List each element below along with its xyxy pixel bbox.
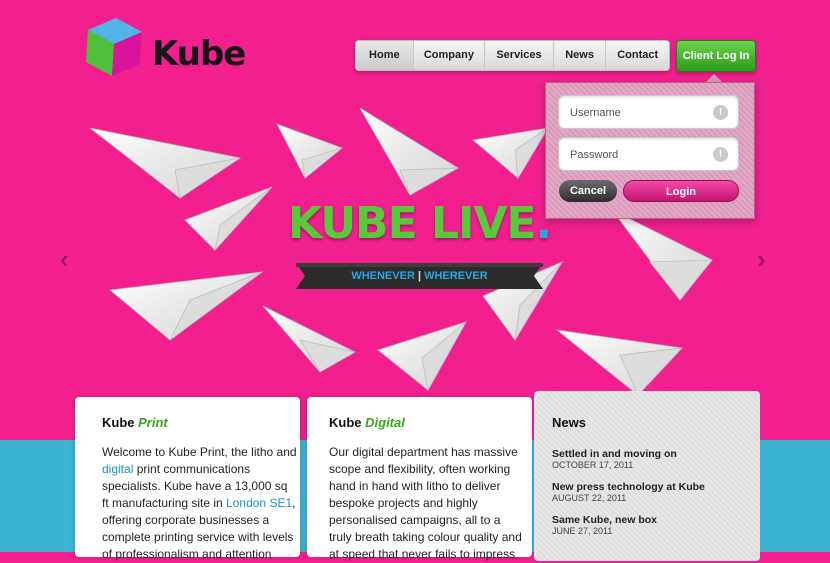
plane-icon bbox=[109, 271, 264, 341]
digital-card: Kube Digital Our digital department has … bbox=[307, 397, 532, 561]
info-icon: ! bbox=[713, 105, 728, 120]
plane-icon bbox=[359, 107, 459, 196]
nav-news[interactable]: News bbox=[554, 41, 607, 70]
info-icon: ! bbox=[713, 147, 728, 162]
plane-icon bbox=[184, 186, 273, 252]
nav-services[interactable]: Services bbox=[485, 41, 554, 70]
password-placeholder: Password bbox=[570, 149, 619, 161]
print-card: Kube Print Welcome to Kube Print, the li… bbox=[75, 397, 300, 561]
plane-icon bbox=[89, 127, 242, 199]
london-se1-link[interactable]: London SE1 bbox=[226, 496, 292, 510]
login-panel: Username ! Password ! Cancel Login bbox=[545, 82, 755, 219]
tagline-separator: | bbox=[417, 270, 422, 282]
plane-icon bbox=[555, 329, 684, 396]
tagline-right: WHEREVER bbox=[424, 270, 488, 282]
print-card-title: Kube Print bbox=[102, 415, 300, 430]
login-button[interactable]: Login bbox=[623, 180, 739, 202]
digital-card-text: Our digital department has massive scope… bbox=[329, 445, 522, 561]
tagline-ribbon: WHENEVER | WHEREVER bbox=[296, 259, 543, 293]
brand-name: Kube bbox=[152, 34, 246, 74]
plane-icon bbox=[262, 305, 357, 373]
password-field[interactable]: Password ! bbox=[558, 137, 739, 171]
digital-title-prefix: Kube bbox=[329, 415, 362, 430]
news-title[interactable]: Settled in and moving on bbox=[552, 448, 760, 460]
print-title-prefix: Kube bbox=[102, 415, 135, 430]
print-text-1: Welcome to Kube Print, the litho and bbox=[102, 445, 297, 459]
plane-icon bbox=[276, 123, 343, 179]
nav-company[interactable]: Company bbox=[414, 41, 486, 70]
username-field[interactable]: Username ! bbox=[558, 95, 739, 129]
news-date: AUGUST 22, 2011 bbox=[552, 493, 627, 503]
news-date: JUNE 27, 2011 bbox=[552, 526, 613, 536]
nav-home[interactable]: Home bbox=[356, 41, 414, 70]
slider-prev-icon[interactable]: ‹ bbox=[60, 244, 69, 275]
digital-card-title: Kube Digital bbox=[329, 415, 532, 430]
news-item[interactable]: Settled in and moving on OCTOBER 17, 201… bbox=[552, 448, 760, 470]
username-placeholder: Username bbox=[570, 107, 621, 119]
news-title[interactable]: New press technology at Kube bbox=[552, 481, 760, 493]
print-card-text: Welcome to Kube Print, the litho and dig… bbox=[102, 444, 297, 563]
news-heading: News bbox=[552, 415, 586, 430]
cancel-button[interactable]: Cancel bbox=[559, 180, 617, 202]
plane-icon bbox=[377, 321, 467, 392]
news-panel: News Settled in and moving on OCTOBER 17… bbox=[534, 391, 760, 561]
headline-text: KUBE LIVE bbox=[288, 198, 536, 249]
plane-icon bbox=[611, 209, 713, 301]
headline-dot: . bbox=[535, 198, 552, 249]
tagline: WHENEVER | WHEREVER bbox=[296, 259, 543, 293]
tagline-left: WHENEVER bbox=[351, 270, 415, 282]
print-title-accent: Print bbox=[138, 415, 168, 430]
news-date: OCTOBER 17, 2011 bbox=[552, 460, 634, 470]
main-nav: Home Company Services News Contact bbox=[355, 40, 670, 71]
news-item[interactable]: New press technology at Kube AUGUST 22, … bbox=[552, 481, 760, 503]
hero-headline: KUBE LIVE. bbox=[288, 198, 552, 249]
logo[interactable]: Kube bbox=[80, 10, 250, 80]
plane-icon bbox=[472, 127, 549, 180]
slider-next-icon[interactable]: › bbox=[757, 244, 766, 275]
client-login-button[interactable]: Client Log In bbox=[676, 40, 756, 72]
cube-logo-icon bbox=[86, 18, 142, 76]
nav-contact[interactable]: Contact bbox=[606, 41, 669, 70]
news-title[interactable]: Same Kube, new box bbox=[552, 514, 760, 526]
digital-link[interactable]: digital bbox=[102, 462, 133, 476]
news-item[interactable]: Same Kube, new box JUNE 27, 2011 bbox=[552, 514, 760, 536]
digital-title-accent: Digital bbox=[365, 415, 405, 430]
